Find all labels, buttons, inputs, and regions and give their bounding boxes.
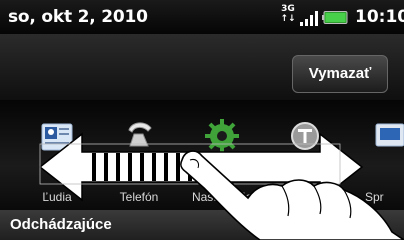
messages-icon — [375, 123, 404, 147]
shortcut-people[interactable]: Ľudia — [22, 116, 92, 204]
3g-icon: 3G ↑↓ — [280, 4, 296, 30]
shortcut-settings[interactable]: Nastavenie — [187, 116, 257, 204]
phone-icon — [128, 122, 152, 147]
status-bar: so, okt 2, 2010 3G ↑↓ 10:10 — [0, 0, 404, 34]
network-label: 3G — [281, 4, 295, 14]
settings-icon — [205, 119, 239, 153]
section-header-outgoing: Odchádzajúce — [0, 210, 404, 240]
battery-icon — [322, 11, 348, 24]
status-date: so, okt 2, 2010 — [8, 7, 148, 27]
shortcut-messages[interactable]: Spr — [355, 116, 404, 204]
signal-icon — [300, 11, 318, 26]
shortcut-label: Nastavenie — [191, 190, 253, 204]
shortcut-phone[interactable]: Telefón — [104, 116, 174, 204]
shortcut-strip[interactable]: Ľudia Telefón Nastavenie Rýchle Spr — [0, 100, 404, 210]
people-icon — [41, 123, 73, 151]
shortcut-label: Ľudia — [42, 190, 72, 204]
shortcut-label: Rýchle — [286, 190, 324, 204]
shortcut-label: Telefón — [119, 190, 159, 204]
data-activity-icon: ↑↓ — [280, 14, 296, 24]
shortcut-quick[interactable]: Rýchle — [270, 116, 340, 204]
shortcut-label: Spr — [365, 190, 384, 204]
quick-icon — [291, 122, 319, 150]
clear-button[interactable]: Vymazať — [292, 55, 388, 93]
status-time: 10:10 — [355, 7, 404, 27]
